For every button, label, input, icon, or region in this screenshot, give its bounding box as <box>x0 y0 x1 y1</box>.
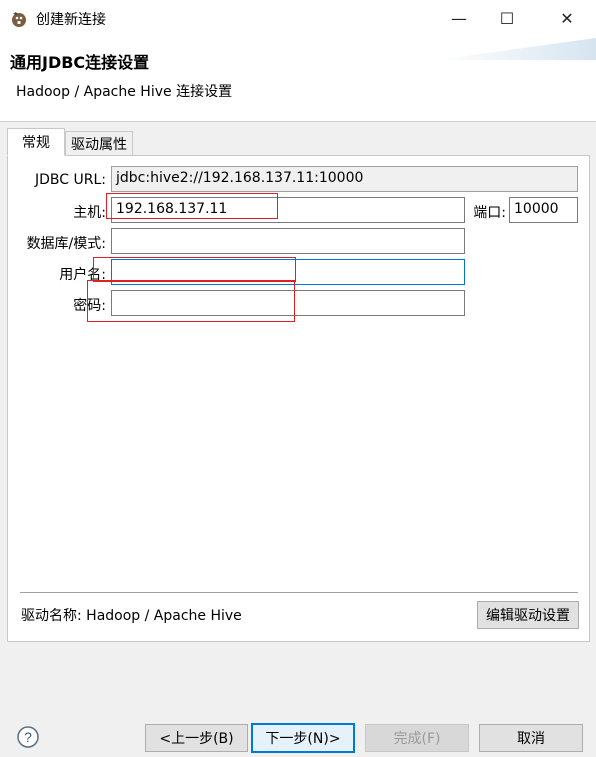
wizard-banner: 通用JDBC连接设置 Hadoop / Apache Hive 连接设置 <box>0 38 596 122</box>
next-button[interactable]: 下一步(N)> <box>251 723 355 753</box>
port-input[interactable]: 10000 <box>509 197 578 223</box>
driver-name: 驱动名称: Hadoop / Apache Hive <box>21 608 242 624</box>
minimize-icon: — <box>451 8 467 28</box>
maximize-icon: ☐ <box>499 8 515 28</box>
window-title: 创建新连接 <box>36 12 106 28</box>
page-title: 通用JDBC连接设置 <box>10 53 150 72</box>
close-icon: ✕ <box>560 8 574 28</box>
finish-button[interactable]: 完成(F) <box>365 724 469 752</box>
separator <box>20 592 578 593</box>
password-input[interactable] <box>111 290 465 316</box>
database-label: 数据库/模式: <box>26 236 106 252</box>
host-label: 主机: <box>73 205 106 221</box>
close-button[interactable]: ✕ <box>544 0 590 36</box>
username-input[interactable] <box>111 259 465 285</box>
jdbc-url-field[interactable]: jdbc:hive2://192.168.137.11:10000 <box>111 166 578 192</box>
tab-label: 常规 <box>22 135 50 151</box>
window-titlebar: 创建新连接 — ☐ ✕ <box>0 0 596 38</box>
username-label: 用户名: <box>59 267 106 283</box>
banner-decoration <box>436 38 596 60</box>
database-input[interactable] <box>111 228 465 254</box>
jdbc-url-label: JDBC URL: <box>35 172 106 188</box>
maximize-button[interactable]: ☐ <box>484 0 530 36</box>
password-label: 密码: <box>73 298 106 314</box>
edit-driver-settings-button[interactable]: 编辑驱动设置 <box>477 601 579 629</box>
cancel-button[interactable]: 取消 <box>479 724 583 752</box>
host-input[interactable]: 192.168.137.11 <box>111 197 465 223</box>
help-icon[interactable]: ? <box>17 726 39 748</box>
dbeaver-beaver-icon <box>12 12 26 27</box>
tab-label: 驱动属性 <box>71 137 127 153</box>
page-description: Hadoop / Apache Hive 连接设置 <box>16 84 233 100</box>
back-button[interactable]: <上一步(B) <box>145 724 248 752</box>
svg-text:?: ? <box>24 729 32 745</box>
minimize-button[interactable]: — <box>436 0 482 36</box>
tab-driver-properties[interactable]: 驱动属性 <box>65 131 133 156</box>
port-label: 端口: <box>473 205 506 221</box>
tab-general[interactable]: 常规 <box>7 128 65 156</box>
